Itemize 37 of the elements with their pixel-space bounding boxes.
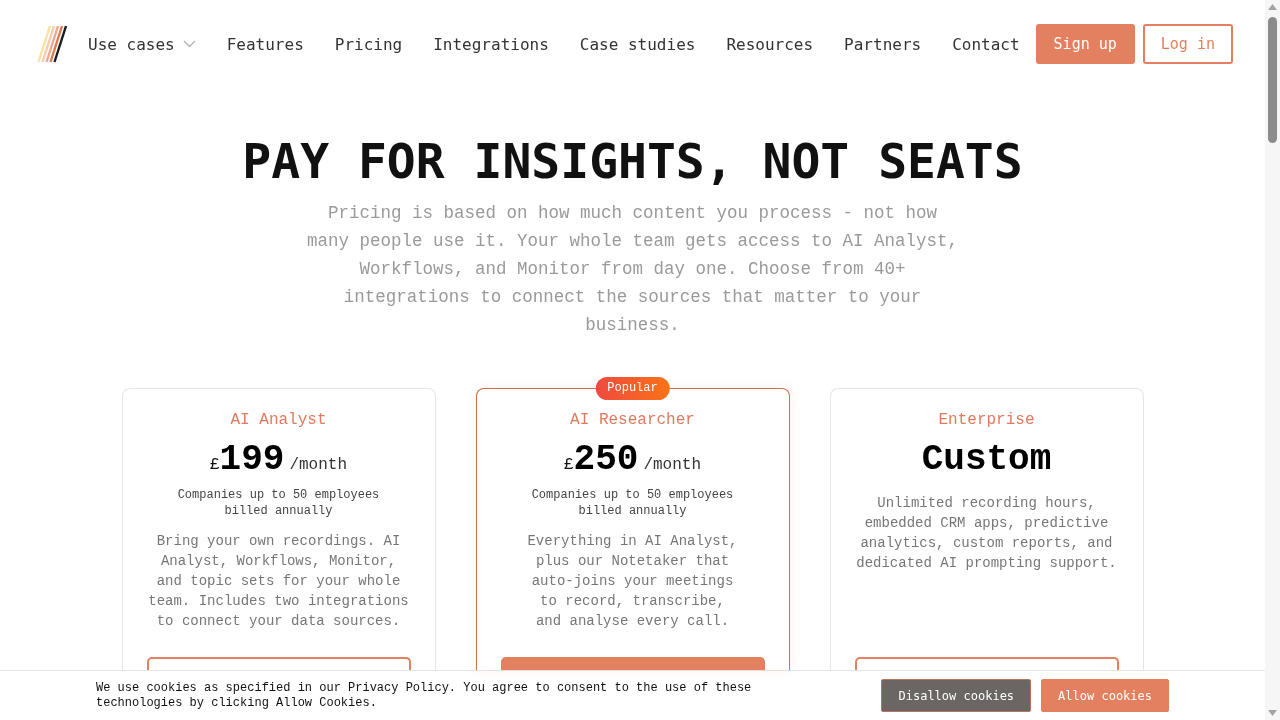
page-heading: PAY FOR INSIGHTS, NOT SEATS bbox=[241, 132, 1024, 190]
nav-link[interactable]: Use cases bbox=[88, 34, 196, 54]
scroll-down-arrow-icon[interactable] bbox=[1268, 710, 1277, 716]
nav-link[interactable]: Features bbox=[226, 34, 304, 54]
plan-name: AI Analyst bbox=[230, 410, 327, 431]
plan-price: 250 bbox=[573, 438, 639, 481]
chevron-down-icon bbox=[182, 40, 196, 48]
plan-description: Bring your own recordings. AI Analyst, Workflows, Monitor, and topic sets for your whole team. Includes two integrations to connect your data sources. bbox=[147, 532, 410, 631]
plan-button[interactable] bbox=[146, 657, 411, 670]
scroll-up-arrow-icon[interactable] bbox=[1268, 4, 1277, 10]
plan-description: Unlimited recording hours, embedded CRM apps, predictive analytics, custom reports, and dedicated AI prompting support. bbox=[855, 494, 1118, 573]
nav-link[interactable]: Integrations bbox=[433, 34, 549, 54]
currency-symbol: £ bbox=[564, 455, 574, 476]
plan-terms: billed annually bbox=[224, 503, 333, 519]
currency-symbol: £ bbox=[210, 455, 220, 476]
cookie-notice: We use cookies as specified in our Privacy Policy. You agree to consent to the use of these technologies by clicking Allow Cookies. bbox=[96, 680, 753, 711]
plan-badge: Popular bbox=[595, 377, 670, 400]
plan-price: 199 bbox=[219, 438, 285, 481]
nav-link[interactable]: Resources bbox=[726, 34, 814, 54]
plan-terms: Companies up to 50 employees bbox=[531, 487, 734, 503]
billing-period: /month bbox=[643, 455, 701, 476]
plan-price: Custom bbox=[921, 438, 1052, 481]
nav-link[interactable]: Partners bbox=[844, 34, 922, 54]
scrollbar-thumb[interactable] bbox=[1268, 17, 1277, 143]
plan-terms: billed annually bbox=[578, 503, 687, 519]
plan-name: Enterprise bbox=[938, 410, 1035, 431]
nav-link[interactable]: Case studies bbox=[579, 34, 696, 54]
plan-description: Everything in AI Analyst, plus our Notetaker that auto-joins your meetings to record, transcribe, and analyse every call. bbox=[526, 532, 739, 631]
plan-button[interactable] bbox=[854, 657, 1119, 670]
nav-link[interactable]: Contact bbox=[952, 34, 1020, 54]
plan-name: AI Researcher bbox=[570, 410, 695, 431]
intro-paragraph: Pricing is based on how much content you process - not how many people use it. Your whole team gets access to AI Analyst, Workflows, and Monitor from day one. Choose from 40+ integrations to connect the sources that matter to your business. bbox=[305, 202, 960, 337]
plan-terms: Companies up to 50 employees bbox=[177, 487, 380, 503]
stripes-logo-icon[interactable] bbox=[37, 25, 67, 63]
disallow-cookies-button[interactable]: Disallow cookies bbox=[881, 679, 1032, 712]
nav-link[interactable]: Pricing bbox=[334, 34, 403, 54]
billing-period: /month bbox=[289, 455, 347, 476]
